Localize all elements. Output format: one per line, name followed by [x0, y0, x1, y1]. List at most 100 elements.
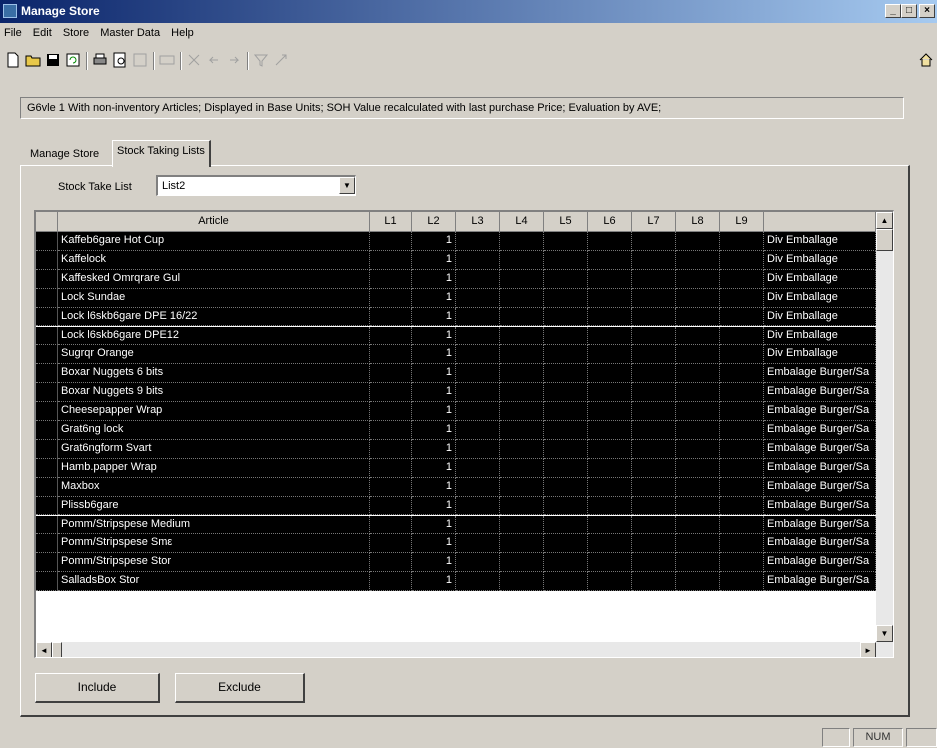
cell-category[interactable]: Div Emballage [764, 250, 876, 270]
cell-l7[interactable] [632, 307, 676, 327]
refresh-icon[interactable] [64, 52, 82, 70]
cell-l7[interactable] [632, 364, 676, 384]
cell-l9[interactable] [720, 269, 764, 289]
cell-l9[interactable] [720, 383, 764, 403]
cell-l2[interactable]: 1 [412, 269, 456, 289]
cell-l2[interactable]: 1 [412, 383, 456, 403]
cell-l2[interactable]: 1 [412, 250, 456, 270]
menu-edit[interactable]: Edit [29, 25, 56, 39]
cell-category[interactable]: Embalage Burger/Sa [764, 421, 876, 440]
cell-l9[interactable] [720, 364, 764, 384]
cell-l3[interactable] [456, 250, 500, 270]
cell-l2[interactable]: 1 [412, 364, 456, 384]
cell-category[interactable]: Embalage Burger/Sa [764, 439, 876, 459]
cell-l2[interactable]: 1 [412, 421, 456, 440]
cell-l3[interactable] [456, 496, 500, 516]
cell-l6[interactable] [588, 421, 632, 440]
cell-l3[interactable] [456, 307, 500, 327]
cell-l7[interactable] [632, 553, 676, 573]
column-header-l7[interactable]: L7 [632, 212, 676, 232]
row-selector[interactable] [36, 345, 58, 365]
cell-article[interactable]: Lock l6skb6gare DPE12 [58, 326, 370, 346]
cell-l7[interactable] [632, 402, 676, 421]
cell-l3[interactable] [456, 421, 500, 440]
row-selector[interactable] [36, 572, 58, 592]
cell-l8[interactable] [676, 326, 720, 346]
table-row[interactable]: Lock l6skb6gare DPE 16/22 1 Div Emballage [36, 307, 876, 327]
include-button[interactable]: Include [35, 673, 160, 703]
cell-l8[interactable] [676, 345, 720, 365]
cell-l6[interactable] [588, 364, 632, 384]
row-selector[interactable] [36, 288, 58, 308]
cell-l9[interactable] [720, 477, 764, 497]
column-header-l1[interactable]: L1 [370, 212, 412, 232]
cell-l6[interactable] [588, 288, 632, 308]
column-header-l2[interactable]: L2 [412, 212, 456, 232]
cell-l6[interactable] [588, 439, 632, 459]
cell-l2[interactable]: 1 [412, 496, 456, 516]
cell-l6[interactable] [588, 515, 632, 535]
cell-l6[interactable] [588, 402, 632, 421]
cell-l4[interactable] [500, 534, 544, 554]
table-row[interactable]: Boxar Nuggets 9 bits 1 Embalage Burger/Sa [36, 383, 876, 403]
cell-l2[interactable]: 1 [412, 515, 456, 535]
menu-store[interactable]: Store [59, 25, 93, 39]
cell-l9[interactable] [720, 421, 764, 440]
table-row[interactable]: Pomm/Stripspese Smε 1 Embalage Burger/Sa [36, 534, 876, 554]
cell-l8[interactable] [676, 288, 720, 308]
cell-l3[interactable] [456, 288, 500, 308]
cell-l2[interactable]: 1 [412, 458, 456, 478]
minimize-button[interactable]: _ [885, 4, 901, 18]
export-icon[interactable] [131, 52, 149, 70]
cell-l6[interactable] [588, 534, 632, 554]
table-row[interactable]: Lock l6skb6gare DPE12 1 Div Emballage [36, 326, 876, 346]
cell-l3[interactable] [456, 477, 500, 497]
home-icon[interactable] [917, 52, 935, 70]
cell-l4[interactable] [500, 439, 544, 459]
hscroll-thumb[interactable] [52, 642, 62, 657]
cell-l7[interactable] [632, 250, 676, 270]
open-icon[interactable] [24, 52, 42, 70]
cell-l4[interactable] [500, 288, 544, 308]
cell-l1[interactable] [370, 439, 412, 459]
tab-stock-taking-lists[interactable]: Stock Taking Lists [112, 140, 211, 167]
cell-l1[interactable] [370, 402, 412, 421]
cell-l4[interactable] [500, 496, 544, 516]
cell-l9[interactable] [720, 288, 764, 308]
cell-article[interactable]: Pomm/Stripspese Stor [58, 553, 370, 573]
cell-l8[interactable] [676, 250, 720, 270]
cell-category[interactable]: Div Emballage [764, 288, 876, 308]
cell-l9[interactable] [720, 402, 764, 421]
horizontal-scrollbar[interactable]: ◄ ► [36, 642, 893, 657]
cell-l7[interactable] [632, 534, 676, 554]
cell-article[interactable]: Kaffelock [58, 250, 370, 270]
cell-l2[interactable]: 1 [412, 288, 456, 308]
cell-l4[interactable] [500, 553, 544, 573]
cell-l9[interactable] [720, 326, 764, 346]
cell-l4[interactable] [500, 458, 544, 478]
cell-l2[interactable]: 1 [412, 477, 456, 497]
cell-l5[interactable] [544, 345, 588, 365]
cell-l7[interactable] [632, 572, 676, 592]
forward-icon[interactable] [225, 52, 243, 70]
cell-l9[interactable] [720, 307, 764, 327]
cell-l2[interactable]: 1 [412, 326, 456, 346]
cell-category[interactable]: Embalage Burger/Sa [764, 515, 876, 535]
cell-l7[interactable] [632, 515, 676, 535]
menu-help[interactable]: Help [167, 25, 198, 39]
cell-l3[interactable] [456, 269, 500, 289]
cell-article[interactable]: Sugrqr Orange [58, 345, 370, 365]
close-button[interactable]: × [919, 4, 935, 18]
cell-l1[interactable] [370, 383, 412, 403]
row-selector[interactable] [36, 269, 58, 289]
cell-l2[interactable]: 1 [412, 402, 456, 421]
cell-article[interactable]: Lock l6skb6gare DPE 16/22 [58, 307, 370, 327]
tab-manage-store[interactable]: Manage Store [26, 144, 103, 164]
cell-l4[interactable] [500, 477, 544, 497]
chevron-down-icon[interactable]: ▼ [339, 177, 355, 194]
cell-article[interactable]: Boxar Nuggets 6 bits [58, 364, 370, 384]
scroll-right-icon[interactable]: ► [860, 642, 876, 657]
cell-l6[interactable] [588, 572, 632, 592]
cell-article[interactable]: SalladsBox Stor [58, 572, 370, 592]
cell-l8[interactable] [676, 496, 720, 516]
